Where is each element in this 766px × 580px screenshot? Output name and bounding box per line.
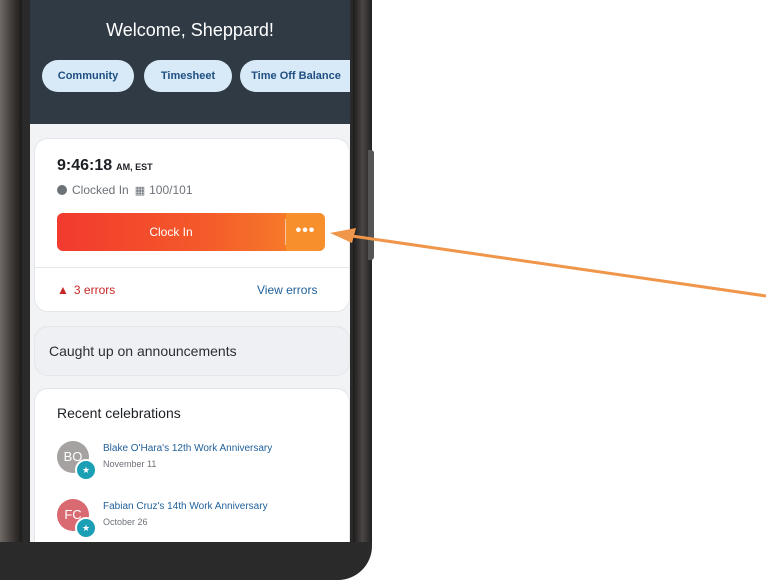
annotation-arrow xyxy=(330,228,766,298)
annotation-arrow-line xyxy=(351,234,766,298)
annotation-arrow-head xyxy=(330,228,356,243)
